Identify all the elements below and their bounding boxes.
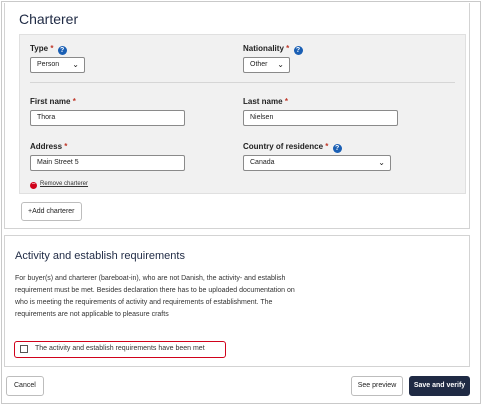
required-marker: *	[284, 97, 288, 106]
first-name-label: First name *	[30, 97, 76, 106]
type-label: Type * ?	[30, 44, 67, 55]
required-marker: *	[50, 44, 54, 53]
country-select-value: Canada	[250, 159, 275, 166]
required-marker: *	[325, 142, 329, 151]
see-preview-button[interactable]: See preview	[351, 376, 403, 396]
remove-charterer-link[interactable]: − Remove charterer	[30, 181, 88, 189]
remove-charterer-label: Remove charterer	[40, 181, 89, 187]
chevron-down-icon: ⌄	[378, 158, 385, 167]
requirements-section: Activity and establish requirements For …	[4, 235, 470, 367]
requirements-checkbox-row[interactable]: The activity and establish requirements …	[14, 341, 226, 358]
address-input[interactable]: Main Street 5	[30, 155, 185, 171]
type-select-value: Person	[37, 61, 60, 68]
footer-bar: Cancel See preview Save and verify	[4, 372, 470, 400]
chevron-down-icon: ⌄	[277, 60, 284, 69]
requirements-description: For buyer(s) and charterer (bareboat-in)…	[15, 275, 295, 318]
cancel-button[interactable]: Cancel	[6, 376, 44, 396]
charterer-panel: Type * ? Person ⌄ Nationality * ? Other …	[19, 34, 466, 194]
first-name-input[interactable]: Thora	[30, 110, 185, 126]
nationality-label: Nationality * ?	[243, 44, 303, 55]
country-select[interactable]: Canada ⌄	[243, 155, 391, 171]
nationality-select[interactable]: Other ⌄	[243, 57, 290, 73]
address-label: Address *	[30, 142, 68, 151]
requirements-checkbox[interactable]	[20, 345, 28, 353]
help-icon[interactable]: ?	[293, 46, 303, 55]
chevron-down-icon: ⌄	[72, 60, 79, 69]
last-name-label: Last name *	[243, 97, 288, 106]
save-and-verify-button[interactable]: Save and verify	[409, 376, 470, 396]
type-select[interactable]: Person ⌄	[30, 57, 85, 73]
last-name-input[interactable]: Nielsen	[243, 110, 398, 126]
nationality-select-value: Other	[250, 61, 268, 68]
required-marker: *	[64, 142, 68, 151]
required-marker: *	[72, 97, 76, 106]
requirements-title: Activity and establish requirements	[15, 250, 185, 262]
charterer-section: Charterer Type * ? Person ⌄ Nationality …	[4, 3, 470, 229]
charterer-title: Charterer	[19, 11, 79, 27]
add-charterer-button[interactable]: +Add charterer	[21, 202, 82, 221]
remove-icon: −	[30, 181, 37, 189]
help-icon[interactable]: ?	[57, 46, 67, 55]
panel-divider	[30, 82, 455, 83]
required-marker: *	[286, 44, 290, 53]
requirements-checkbox-label: The activity and establish requirements …	[35, 345, 205, 352]
country-label: Country of residence * ?	[243, 142, 342, 153]
help-icon[interactable]: ?	[332, 144, 342, 153]
